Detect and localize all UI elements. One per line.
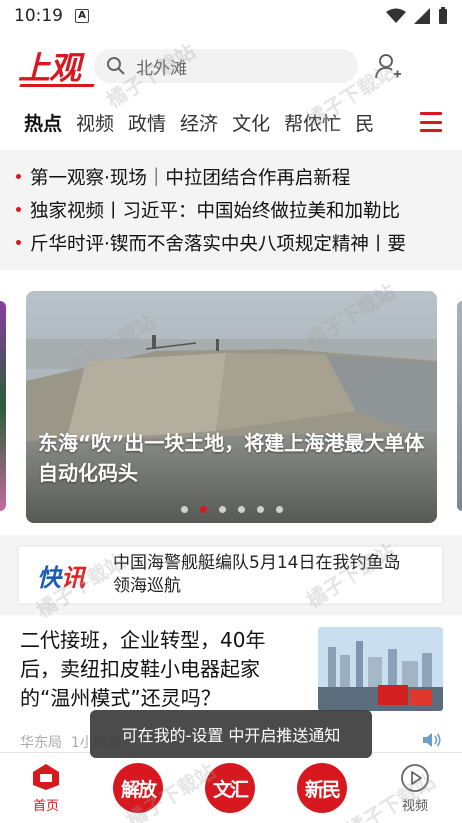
carousel-dot[interactable] — [275, 506, 283, 513]
nav-home[interactable]: 首页 — [0, 763, 92, 814]
carousel-dot[interactable] — [180, 506, 188, 513]
bottom-navigation: 首页 解放 文汇 新民 视频 — [0, 752, 462, 823]
headline-text: 斤华时评·锲而不舍落实中央八项规定精神丨要 — [30, 233, 406, 255]
article-source: 华东局 — [20, 735, 62, 751]
wifi-icon — [386, 8, 406, 23]
flash-news-text: 中国海警舰艇编队5月14日在我钓鱼岛领海巡航 — [113, 553, 401, 596]
carousel-next-card[interactable] — [457, 301, 462, 511]
app-logo[interactable]: 上观 — [18, 43, 81, 89]
battery-icon — [439, 7, 447, 24]
featured-carousel[interactable]: 东海“吹”出一块土地，将建上海港最大单体自动化码头 — [0, 291, 462, 525]
tab-economy[interactable]: 经济 — [180, 109, 218, 136]
nav-video[interactable]: 视频 — [368, 763, 462, 814]
flash-news-card[interactable]: 快讯 中国海警舰艇编队5月14日在我钓鱼岛领海巡航 — [18, 546, 443, 604]
nav-xinmin[interactable]: 新民 — [276, 763, 368, 813]
nav-jiefang[interactable]: 解放 — [92, 763, 184, 813]
headline-text: 独家视频丨习近平：中国始终做拉美和加勒比 — [30, 200, 401, 222]
carousel-slide[interactable]: 东海“吹”出一块土地，将建上海港最大单体自动化码头 — [26, 291, 437, 523]
notification-badge-icon: A — [75, 9, 89, 23]
cell-signal-icon — [414, 8, 430, 24]
carousel-dot-active[interactable] — [199, 506, 207, 513]
status-icons — [386, 7, 448, 25]
video-play-icon — [401, 763, 429, 792]
slide-caption: 东海“吹”出一块土地，将建上海港最大单体自动化码头 — [38, 431, 425, 485]
article-thumbnail — [318, 627, 443, 711]
article-title: 二代接班，企业转型，40年后，卖纽扣皮鞋小电器起家的“温州模式”还灵吗？ — [20, 628, 266, 710]
headline-ticker: 第一观察·现场｜中拉团结合作再启新程 独家视频丨习近平：中国始终做拉美和加勒比 … — [0, 150, 462, 270]
search-placeholder: 北外滩 — [136, 58, 188, 79]
jiefang-logo: 解放 — [113, 763, 163, 813]
headline-item[interactable]: 斤华时评·锲而不舍落实中央八项规定精神丨要 — [16, 226, 462, 259]
xinmin-logo: 新民 — [297, 763, 347, 813]
carousel-prev-card[interactable] — [0, 301, 6, 511]
speaker-icon[interactable] — [422, 732, 442, 748]
headline-item[interactable]: 独家视频丨习近平：中国始终做拉美和加勒比 — [16, 193, 462, 226]
status-time: 10:19 — [14, 6, 63, 26]
tab-people[interactable]: 民 — [355, 109, 374, 136]
status-bar: 10:19 A — [0, 0, 462, 32]
bullet-icon — [16, 240, 21, 245]
bullet-icon — [16, 207, 21, 212]
tab-culture[interactable]: 文化 — [232, 109, 270, 136]
wenhui-logo: 文汇 — [205, 763, 255, 813]
flash-logo-part-a: 快 — [37, 563, 61, 592]
tab-politics[interactable]: 政情 — [128, 109, 166, 136]
nav-video-label: 视频 — [401, 798, 428, 814]
nav-home-label: 首页 — [32, 798, 59, 814]
home-icon — [33, 763, 59, 790]
headline-item[interactable]: 第一观察·现场｜中拉团结合作再启新程 — [16, 160, 462, 193]
tab-hot[interactable]: 热点 — [24, 109, 62, 136]
carousel-dot[interactable] — [256, 506, 264, 513]
user-add-icon[interactable] — [374, 52, 402, 80]
search-icon — [107, 57, 125, 75]
app-header: 上观 北外滩 — [0, 40, 462, 92]
slide-image — [26, 291, 437, 523]
flash-news-logo: 快讯 — [27, 555, 95, 595]
channel-menu-button[interactable] — [420, 112, 442, 132]
tab-help[interactable]: 帮侬忙 — [284, 109, 341, 136]
tab-video[interactable]: 视频 — [76, 109, 114, 136]
flash-logo-part-b: 讯 — [61, 563, 85, 592]
carousel-dot[interactable] — [237, 506, 245, 513]
channel-tabs: 热点 视频 政情 经济 文化 帮侬忙 民 — [0, 102, 462, 142]
nav-wenhui[interactable]: 文汇 — [184, 763, 276, 813]
carousel-dot[interactable] — [218, 506, 226, 513]
headline-text: 第一观察·现场｜中拉团结合作再启新程 — [30, 167, 351, 189]
bullet-icon — [16, 174, 21, 179]
toast-message: 可在我的-设置 中开启推送通知 — [90, 710, 372, 758]
search-bar[interactable]: 北外滩 — [94, 49, 359, 83]
carousel-indicator — [26, 506, 437, 513]
